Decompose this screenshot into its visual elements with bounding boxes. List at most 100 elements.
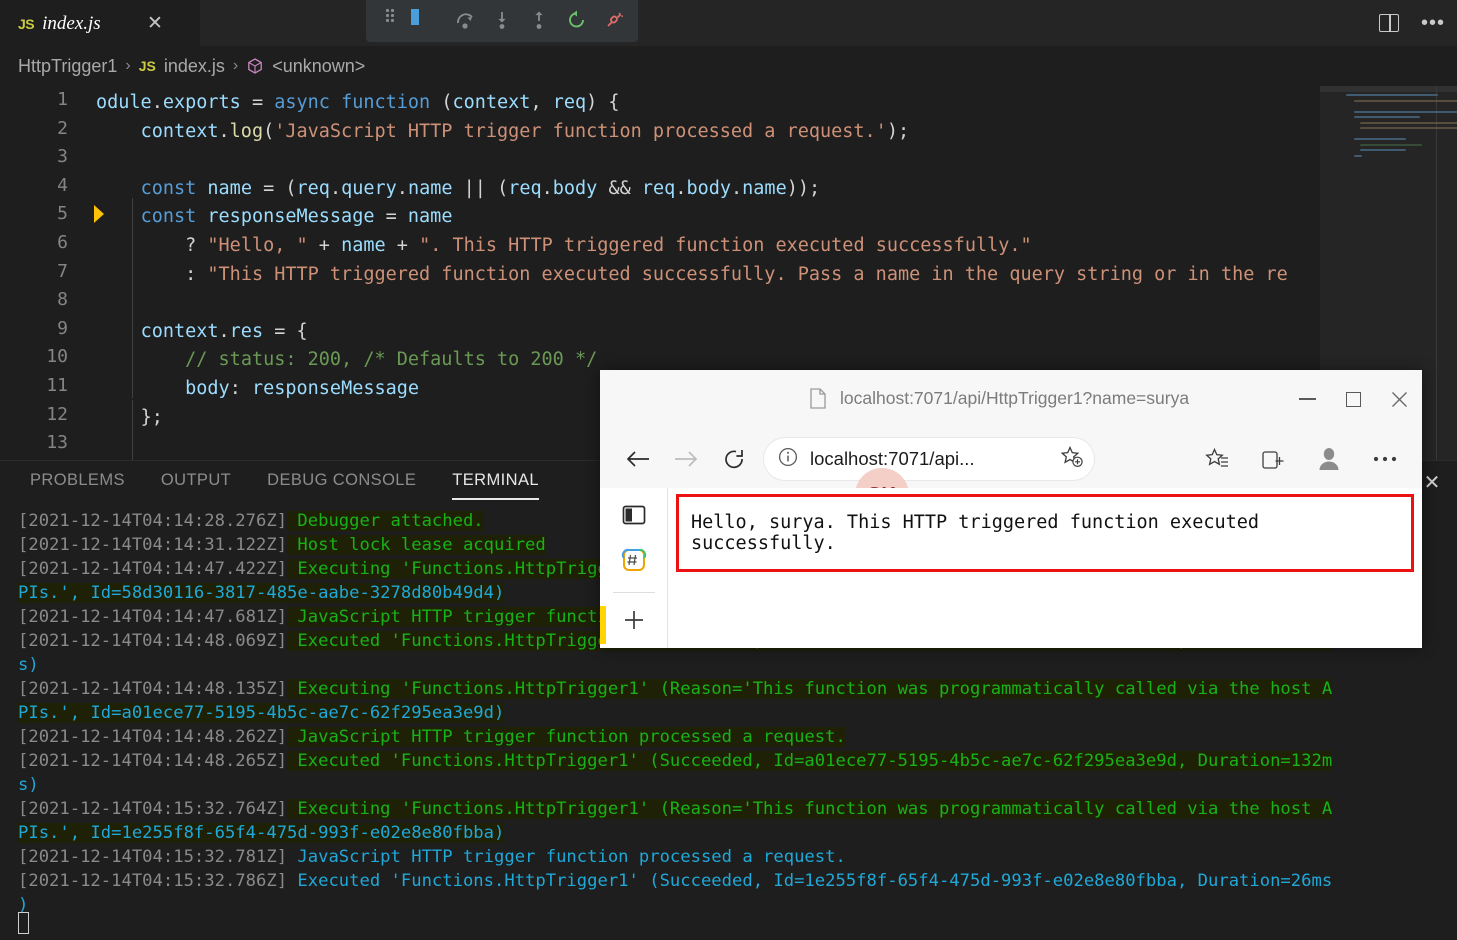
line-number: 4	[57, 174, 68, 196]
response-text: Hello, surya. This HTTP triggered functi…	[691, 512, 1260, 554]
reload-icon[interactable]	[710, 435, 758, 483]
editor-tab-bar: JS index.js ✕ •••	[0, 0, 1457, 46]
minimap-line	[1360, 127, 1457, 129]
terminal-message: PIs.', Id=58d30116-3817-485e-aabe-3278d8…	[18, 583, 505, 603]
terminal-line: s)	[18, 653, 39, 677]
split-screen-icon[interactable]	[621, 502, 647, 533]
terminal-line: [2021-12-14T04:15:32.786Z] Executed 'Fun…	[18, 869, 1332, 893]
terminal-timestamp: [2021-12-14T04:15:32.781Z]	[18, 847, 288, 867]
line-number: 2	[57, 117, 68, 139]
panel-tab-debug-console[interactable]: DEBUG CONSOLE	[267, 471, 416, 496]
new-tab-icon[interactable]	[621, 607, 647, 638]
settings-more-icon[interactable]	[1362, 436, 1408, 482]
favorites-icon[interactable]	[1194, 436, 1240, 482]
disconnect-icon[interactable]	[602, 9, 626, 33]
terminal-timestamp: [2021-12-14T04:14:47.422Z]	[18, 559, 288, 579]
minimap-line	[1354, 110, 1457, 113]
pause-icon[interactable]	[415, 9, 439, 33]
browser-essentials-icon[interactable]	[621, 547, 647, 578]
editor-tab-index-js[interactable]: JS index.js ✕	[0, 0, 200, 46]
step-into-icon[interactable]	[490, 9, 514, 33]
page-icon	[810, 388, 826, 409]
terminal-timestamp: [2021-12-14T04:15:32.786Z]	[18, 871, 288, 891]
vscode-window: JS index.js ✕ ••• HttpTrigger1 › JS inde…	[0, 0, 1457, 940]
drag-handle-icon[interactable]	[378, 9, 402, 33]
minimap-line	[1354, 138, 1406, 140]
terminal-line: s)	[18, 773, 39, 797]
panel-tab-problems[interactable]: PROBLEMS	[30, 471, 125, 496]
debug-execution-marker-icon	[92, 204, 106, 224]
indent-guide	[132, 198, 133, 398]
close-button[interactable]	[1376, 378, 1422, 420]
terminal-line: PIs.', Id=1e255f8f-65f4-475d-993f-e02e8e…	[18, 821, 505, 845]
collections-icon[interactable]	[1250, 436, 1296, 482]
terminal-line: [2021-12-14T04:14:28.276Z] Debugger atta…	[18, 509, 484, 533]
terminal-timestamp: [2021-12-14T04:14:48.265Z]	[18, 751, 288, 771]
window-controls	[1284, 378, 1422, 420]
line-number: 13	[46, 432, 68, 454]
terminal-line: [2021-12-14T04:15:32.781Z] JavaScript HT…	[18, 845, 846, 869]
line-number: 7	[57, 260, 68, 282]
browser-tab-title: localhost:7071/api/HttpTrigger1?name=sur…	[840, 388, 1190, 408]
terminal-message: Host lock lease acquired	[287, 535, 546, 555]
line-number: 10	[46, 346, 68, 368]
editor-tab-label: index.js	[42, 12, 101, 34]
minimize-button[interactable]	[1284, 378, 1330, 420]
js-file-icon: JS	[18, 15, 35, 32]
terminal-message: PIs.', Id=1e255f8f-65f4-475d-993f-e02e8e…	[18, 823, 505, 843]
restart-icon[interactable]	[565, 9, 589, 33]
close-icon[interactable]: ✕	[144, 13, 166, 35]
minimap-line	[1360, 149, 1406, 151]
add-favorite-icon[interactable]	[1060, 445, 1084, 474]
code-line: context.log('JavaScript HTTP trigger fun…	[140, 120, 910, 142]
panel-tab-output[interactable]: OUTPUT	[161, 471, 231, 496]
line-number: 9	[57, 317, 68, 339]
more-actions-icon[interactable]: •••	[1421, 13, 1445, 33]
terminal-message: JavaScript HTTP trigger function process…	[287, 727, 846, 747]
breadcrumb-item-symbol[interactable]: <unknown>	[272, 56, 365, 77]
browser-window[interactable]: localhost:7071/api/HttpTrigger1?name=sur…	[600, 370, 1422, 648]
page-content: Hello, surya. This HTTP triggered functi…	[668, 488, 1422, 648]
terminal-line: [2021-12-14T04:14:48.135Z] Executing 'Fu…	[18, 677, 1333, 701]
terminal-message: s)	[18, 655, 39, 675]
panel-tab-terminal[interactable]: TERMINAL	[452, 471, 539, 500]
line-number: 3	[57, 146, 68, 168]
step-out-icon[interactable]	[527, 9, 551, 33]
browser-tab[interactable]: localhost:7071/api/HttpTrigger1?name=sur…	[810, 388, 1189, 409]
js-file-icon: JS	[138, 58, 156, 74]
minimap-line	[1346, 94, 1438, 96]
line-number: 6	[57, 232, 68, 253]
info-icon[interactable]	[778, 447, 798, 472]
terminal-message: Debugger attached.	[287, 511, 484, 531]
minimap-line	[1354, 99, 1457, 102]
address-bar[interactable]: localhost:7071/api...	[764, 438, 1094, 480]
split-editor-icon[interactable]	[1378, 14, 1399, 32]
breadcrumb-item-folder[interactable]: HttpTrigger1	[18, 56, 117, 77]
terminal-message: Executing 'Functions.HttpTrigger1' (Reas…	[287, 679, 1333, 699]
terminal-line: PIs.', Id=a01ece77-5195-4b5c-ae7c-62f295…	[18, 701, 505, 725]
terminal-timestamp: [2021-12-14T04:14:31.122Z]	[18, 535, 288, 555]
browser-toolbar: localhost:7071/api...	[600, 430, 1422, 522]
minimap-line	[1360, 121, 1457, 124]
browser-viewport: Hello, surya. This HTTP triggered functi…	[600, 488, 1422, 648]
back-arrow-icon[interactable]	[614, 435, 662, 483]
maximize-button[interactable]	[1330, 378, 1376, 420]
chevron-right-icon: ›	[232, 57, 239, 74]
indent-guide	[132, 400, 133, 460]
breadcrumb-item-file[interactable]: index.js	[164, 56, 225, 77]
terminal-yellow-edge	[600, 606, 606, 644]
step-over-icon[interactable]	[453, 9, 477, 33]
code-line: odule.exports = async function (context,…	[96, 92, 620, 113]
code-line: };	[140, 406, 163, 428]
code-line: : "This HTTP triggered function executed…	[185, 263, 1288, 285]
profile-icon[interactable]	[1306, 436, 1352, 482]
line-number: 8	[57, 289, 68, 311]
line-number: 11	[46, 375, 68, 396]
code-line: ? "Hello, " + name + ". This HTTP trigge…	[185, 235, 1032, 256]
line-number: 12	[46, 403, 68, 425]
address-input[interactable]: localhost:7071/api...	[810, 448, 1048, 470]
breadcrumb: HttpTrigger1 › JS index.js › <unknown>	[0, 46, 1457, 86]
minimap-border	[1436, 86, 1437, 460]
close-panel-icon[interactable]: ✕	[1421, 473, 1443, 495]
browser-sidebar	[600, 488, 668, 648]
